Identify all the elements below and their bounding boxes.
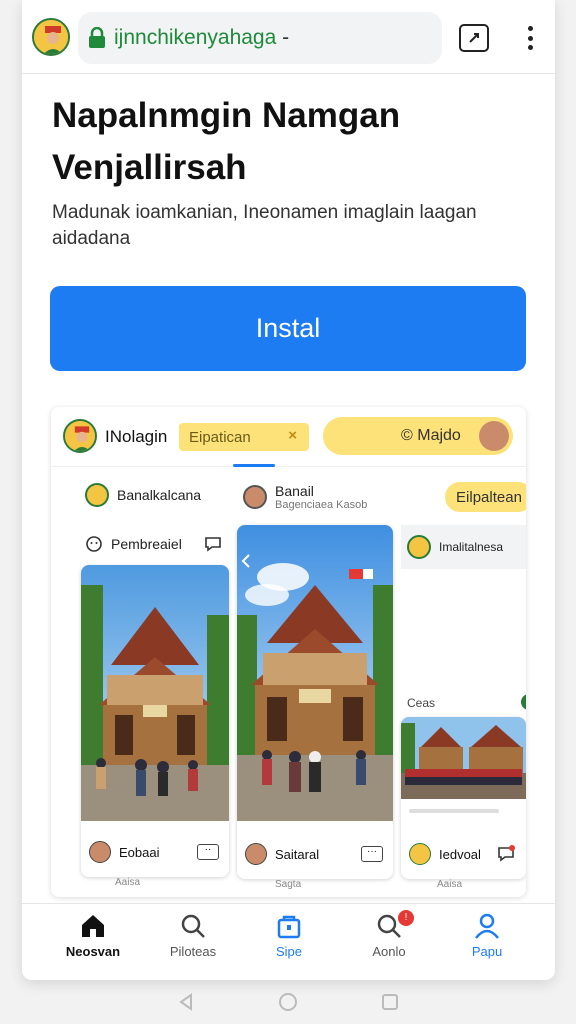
url-host: ijnnchikenyahaga	[114, 26, 277, 49]
nav-label: Neosvan	[65, 944, 121, 959]
temple-photo	[81, 565, 229, 821]
col1-account[interactable]: Banalkalcana	[85, 483, 201, 507]
lock-icon	[89, 27, 105, 48]
reaction-icon	[86, 536, 102, 552]
clear-icon[interactable]: ×	[288, 427, 297, 444]
more-icon[interactable]: ··	[197, 844, 219, 860]
search-icon	[181, 914, 205, 938]
col3-post-card[interactable]: Iedvoal	[401, 717, 526, 879]
comment-icon[interactable]	[204, 535, 222, 553]
col1-footer-name: Eobaai	[119, 844, 160, 860]
address-bar[interactable]: ijnnchikenyahaga -	[78, 12, 442, 64]
avatar	[407, 535, 431, 559]
col2-account-block: Banail Bagenciaea Kasob	[275, 483, 367, 511]
col3-action-button[interactable]: Eilpaltean	[445, 482, 526, 512]
col2-account[interactable]: Banail Bagenciaea Kasob	[243, 483, 367, 511]
nav-item-activity[interactable]: ! Aonlo	[344, 910, 434, 959]
bottom-navigation: Neosvan Piloteas Sipe ! Aonlo Papu	[22, 903, 555, 980]
col1-action-label: Pembreaiel	[111, 536, 182, 552]
back-icon[interactable]	[176, 992, 196, 1012]
col1-footer-sub: Aaisa	[115, 877, 141, 888]
overflow-menu-icon[interactable]	[518, 24, 542, 52]
preview-tab-indicator	[233, 464, 275, 467]
more-icon[interactable]: ···	[361, 846, 383, 862]
preview-pill-avatar	[479, 421, 509, 451]
preview-pill-label: © Majdo	[401, 427, 461, 444]
col2-footer-sub: Sagta	[275, 879, 302, 890]
app-preview: INolagin Eipatican × © Majdo Banalkalcan…	[51, 407, 526, 897]
page-title: Napalnmgin Namgan Venjallirsah	[52, 96, 401, 187]
phone-screen: ijnnchikenyahaga - Napalnmgin Namgan Ven…	[22, 0, 555, 980]
col2-post-card[interactable]: Saitaral ···	[237, 525, 393, 879]
nav-item-home[interactable]: Neosvan	[48, 912, 138, 959]
col3-footer-name: Iedvoal	[439, 846, 481, 862]
nav-label: Sipe	[275, 944, 303, 959]
avatar	[409, 843, 431, 865]
preview-header: INolagin Eipatican × © Majdo	[51, 407, 526, 467]
profile-icon	[475, 913, 499, 939]
avatar	[245, 843, 267, 865]
preview-search-text: Eipatican	[189, 428, 251, 446]
nav-item-shop[interactable]: Sipe	[244, 912, 334, 959]
nav-label: Piloteas	[169, 944, 217, 959]
col2-account-sub: Bagenciaea Kasob	[275, 499, 368, 511]
url-text: ijnnchikenyahaga -	[114, 26, 289, 50]
home-circle-icon[interactable]	[278, 992, 298, 1012]
system-navigation	[0, 984, 576, 1024]
recents-icon[interactable]	[380, 992, 400, 1012]
nav-label: Papu	[471, 944, 503, 959]
install-button[interactable]: Instal	[50, 286, 526, 371]
col3-footer-sub: Aaisa	[437, 879, 463, 890]
page-description: Madunak ioamkanian, Ineonamen imaglain l…	[52, 202, 477, 249]
col1-post-card[interactable]: Eobaai ··	[81, 565, 229, 877]
temple-photo-large	[237, 525, 393, 821]
col3-card-footer: Iedvoal	[401, 829, 526, 879]
shop-icon	[277, 915, 301, 939]
browser-toolbar: ijnnchikenyahaga -	[22, 0, 555, 74]
preview-search-chip[interactable]: Eipatican ×	[179, 423, 309, 451]
avatar	[243, 485, 267, 509]
preview-app-logo	[63, 419, 97, 453]
col3-account-bar[interactable]: Imalitalnesa	[401, 525, 526, 569]
col3-account: Imalitalnesa	[407, 535, 503, 559]
avatar	[89, 841, 111, 863]
notification-badge: !	[398, 910, 414, 926]
col2-card-footer: Saitaral ···	[237, 829, 393, 879]
avatar	[85, 483, 109, 507]
preview-app-name: INolagin	[105, 427, 168, 446]
group-photo	[401, 717, 526, 799]
status-dot-icon	[521, 694, 526, 710]
col1-account-name: Banalkalcana	[117, 487, 202, 503]
col1-card-footer: Eobaai ··	[81, 827, 229, 877]
browser-avatar[interactable]	[32, 18, 70, 56]
tab-switcher-icon[interactable]	[459, 24, 489, 52]
comment-icon[interactable]	[496, 844, 516, 864]
preview-pill[interactable]: © Majdo	[323, 417, 513, 455]
nav-label: Aonlo	[372, 944, 406, 959]
home-icon	[82, 915, 104, 937]
col2-account-name: Banail	[275, 483, 314, 499]
url-rest: -	[276, 26, 290, 49]
col3-section-label: Ceas	[407, 696, 436, 710]
col2-footer-name: Saitaral	[275, 846, 320, 862]
nav-item-search[interactable]: Piloteas	[148, 912, 238, 959]
col1-action-row[interactable]: Pembreaiel	[85, 535, 222, 553]
progress-track	[409, 809, 499, 813]
col3-account-name: Imalitalnesa	[439, 540, 504, 554]
nav-item-profile[interactable]: Papu	[442, 912, 532, 959]
